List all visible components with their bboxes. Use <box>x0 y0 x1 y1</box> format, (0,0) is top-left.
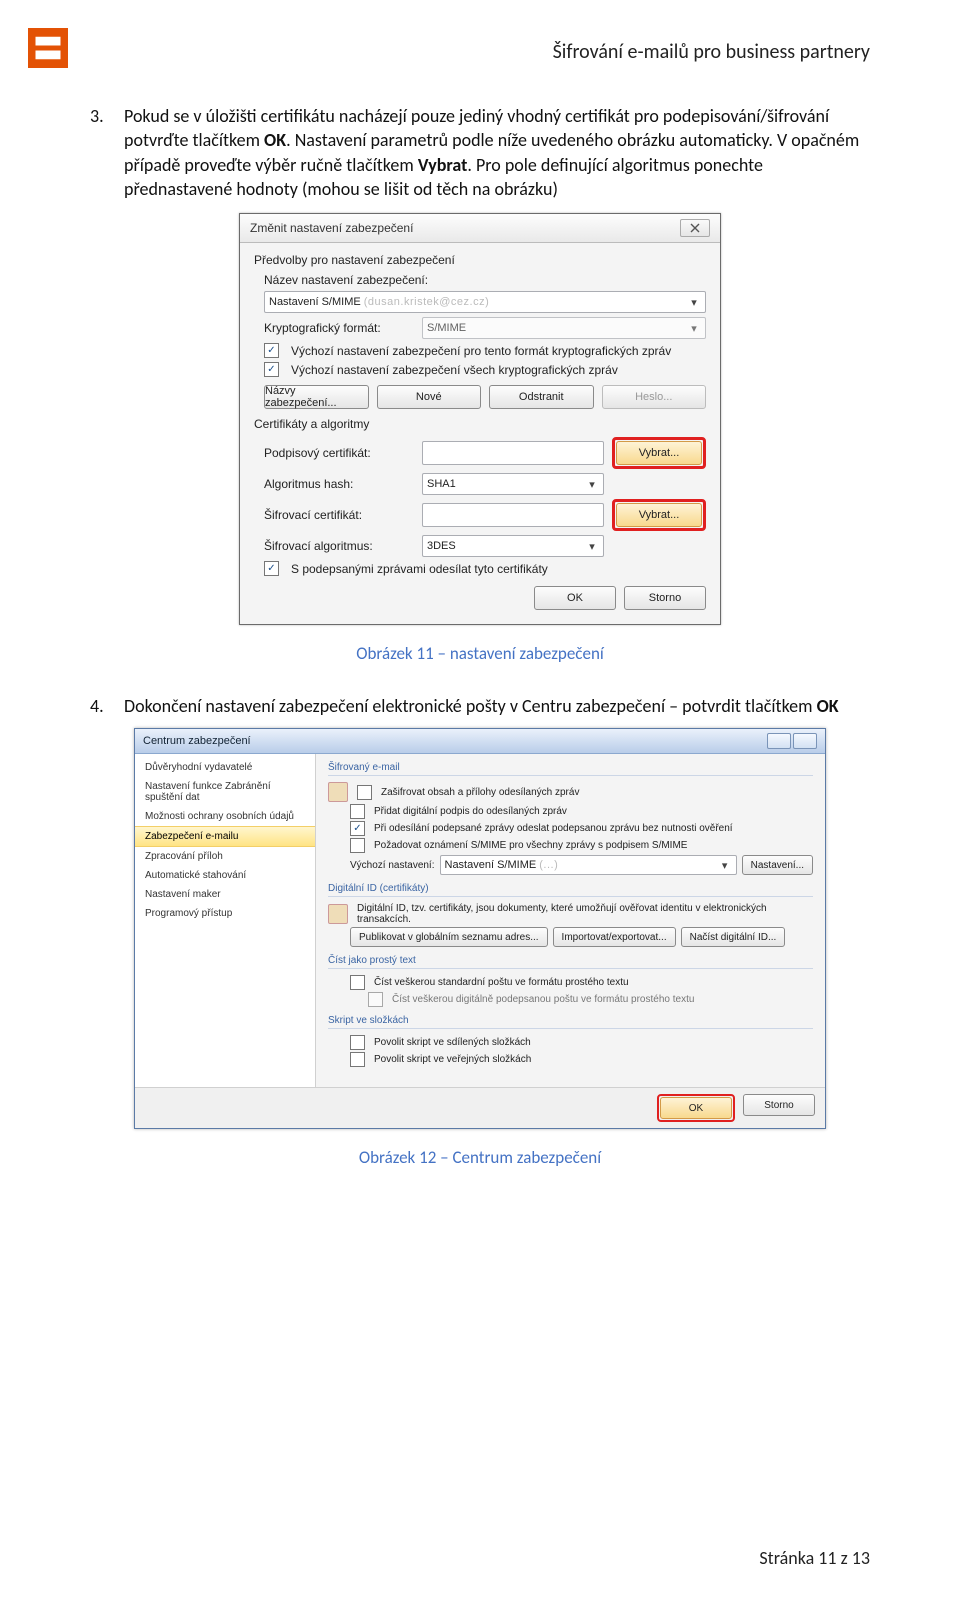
group-plain-text: Číst jako prostý text <box>328 955 813 969</box>
chk2-label: Výchozí nastavení zabezpečení všech kryp… <box>291 363 618 377</box>
step-4-text: Dokončení nastavení zabezpečení elektron… <box>124 695 817 717</box>
chevron-down-icon: ▾ <box>585 478 599 491</box>
read-plain-checkbox[interactable] <box>350 975 365 990</box>
group-encrypted-email: Šifrovaný e-mail <box>328 762 813 776</box>
lock-icon <box>328 782 348 802</box>
tc-cancel-button[interactable]: Storno <box>743 1094 815 1116</box>
clear-sign-label: Při odesílání podepsané zprávy odeslat p… <box>374 823 733 834</box>
sign-checkbox[interactable] <box>350 804 365 819</box>
help-icon[interactable] <box>767 733 791 749</box>
digital-id-desc: Digitální ID, tzv. certifikáty, jsou dok… <box>357 903 813 925</box>
page-header: Šifrování e-mailů pro business partnery <box>90 40 870 64</box>
publish-gal-button[interactable]: Publikovat v globálním seznamu adres... <box>350 927 548 947</box>
security-settings-dialog: Změnit nastavení zabezpečení Předvolby p… <box>239 213 721 625</box>
crypto-format-label: Kryptografický formát: <box>264 321 414 335</box>
trust-center-dialog: Centrum zabezpečení Důvěryhodní vydavate… <box>134 728 826 1129</box>
sidebar-item-publishers[interactable]: Důvěryhodní vydavatelé <box>135 758 315 777</box>
chk1-label: Výchozí nastavení zabezpečení pro tento … <box>291 344 671 358</box>
sidebar-item-email-security[interactable]: Zabezpečení e-mailu <box>135 826 315 847</box>
hash-label: Algoritmus hash: <box>264 477 414 491</box>
enc-alg-label: Šifrovací algoritmus: <box>264 539 414 553</box>
default-setting-value: Nastavení S/MIME <box>445 859 537 871</box>
sign-cert-field[interactable] <box>422 441 604 465</box>
delete-button[interactable]: Odstranit <box>489 385 594 409</box>
default-setting-label: Výchozí nastavení: <box>350 860 435 871</box>
step-number: 4. <box>90 694 110 718</box>
encrypt-label: Zašifrovat obsah a přílohy odesílaných z… <box>381 787 579 798</box>
import-export-button[interactable]: Importovat/exportovat... <box>553 927 676 947</box>
step-number: 3. <box>90 104 110 201</box>
chevron-down-icon: ▾ <box>718 859 732 872</box>
crypto-value: S/MIME <box>427 322 466 334</box>
sidebar-item-dep[interactable]: Nastavení funkce Zabránění spuštění dat <box>135 777 315 807</box>
default-all-checkbox[interactable] <box>264 362 279 377</box>
sidebar-item-attachments[interactable]: Zpracování příloh <box>135 847 315 866</box>
clear-sign-checkbox[interactable] <box>350 821 365 836</box>
ok-button[interactable]: OK <box>534 586 616 610</box>
hash-value: SHA1 <box>427 478 456 490</box>
step-4: 4. Dokončení nastavení zabezpečení elekt… <box>90 694 870 718</box>
enc-cert-field[interactable] <box>422 503 604 527</box>
enc-cert-label: Šifrovací certifikát: <box>264 508 414 522</box>
choose-enc-cert-button[interactable]: Vybrat... <box>616 503 702 527</box>
new-button[interactable]: Nové <box>377 385 482 409</box>
tc-title: Centrum zabezpečení <box>143 735 251 747</box>
shared-script-label: Povolit skript ve sdílených složkách <box>374 1037 531 1048</box>
cancel-button[interactable]: Storno <box>624 586 706 610</box>
security-names-button[interactable]: Názvy zabezpečení... <box>264 385 369 409</box>
chevron-down-icon: ▾ <box>687 322 701 335</box>
public-script-label: Povolit skript ve veřejných složkách <box>374 1054 531 1065</box>
sidebar-item-autodownload[interactable]: Automatické stahování <box>135 866 315 885</box>
figure-11-caption: Obrázek 11 – nastavení zabezpečení <box>90 643 870 664</box>
settings-button[interactable]: Nastavení... <box>742 855 813 875</box>
sign-label: Přidat digitální podpis do odesílaných z… <box>374 806 567 817</box>
tc-sidebar: Důvěryhodní vydavatelé Nastavení funkce … <box>135 754 316 1087</box>
choose-sign-cert-button[interactable]: Vybrat... <box>616 441 702 465</box>
chk3-label: S podepsanými zprávami odesílat tyto cer… <box>291 562 548 576</box>
preferences-legend: Předvolby pro nastavení zabezpečení <box>254 253 706 267</box>
read-plain-label: Číst veškerou standardní poštu ve formát… <box>374 977 629 988</box>
dialog-title: Změnit nastavení zabezpečení <box>250 221 413 235</box>
sidebar-item-programmatic[interactable]: Programový přístup <box>135 904 315 923</box>
company-logo <box>28 28 68 68</box>
enc-alg-value: 3DES <box>427 540 456 552</box>
figure-12-caption: Obrázek 12 – Centrum zabezpečení <box>90 1147 870 1168</box>
sidebar-item-macros[interactable]: Nastavení maker <box>135 885 315 904</box>
group-folder-script: Skript ve složkách <box>328 1015 813 1029</box>
send-certs-checkbox[interactable] <box>264 561 279 576</box>
chevron-down-icon: ▾ <box>585 540 599 553</box>
crypto-format-combo[interactable]: S/MIME ▾ <box>422 317 706 339</box>
certs-legend: Certifikáty a algoritmy <box>254 417 706 431</box>
tc-ok-button[interactable]: OK <box>660 1097 732 1119</box>
get-id-button[interactable]: Načíst digitální ID... <box>681 927 786 947</box>
public-script-checkbox[interactable] <box>350 1052 365 1067</box>
name-combo[interactable]: Nastavení S/MIME (dusan.kristek@cez.cz) … <box>264 291 706 313</box>
read-signed-plain-label: Číst veškerou digitálně podepsanou poštu… <box>392 994 694 1005</box>
chevron-down-icon: ▾ <box>687 296 701 309</box>
shared-script-checkbox[interactable] <box>350 1035 365 1050</box>
receipt-label: Požadovat oznámení S/MIME pro všechny zp… <box>374 840 687 851</box>
certificate-icon <box>328 904 348 924</box>
sign-cert-label: Podpisový certifikát: <box>264 446 414 460</box>
read-signed-plain-checkbox[interactable] <box>368 992 383 1007</box>
close-button[interactable] <box>680 219 710 237</box>
step-3-bold-ok: OK <box>264 129 286 151</box>
step-3: 3. Pokud se v úložišti certifikátu nachá… <box>90 104 870 201</box>
default-setting-combo[interactable]: Nastavení S/MIME (...) ▾ <box>440 855 737 875</box>
enc-alg-combo[interactable]: 3DES ▾ <box>422 535 604 557</box>
name-label: Název nastavení zabezpečení: <box>264 273 706 287</box>
page-number: Stránka 11 z 13 <box>759 1547 870 1569</box>
receipt-checkbox[interactable] <box>350 838 365 853</box>
sidebar-item-privacy[interactable]: Možnosti ochrany osobních údajů <box>135 807 315 826</box>
name-value: Nastavení S/MIME <box>269 296 361 308</box>
group-digital-id: Digitální ID (certifikáty) <box>328 883 813 897</box>
step-3-bold-vybrat: Vybrat <box>418 154 468 176</box>
hash-combo[interactable]: SHA1 ▾ <box>422 473 604 495</box>
encrypt-checkbox[interactable] <box>357 785 372 800</box>
close-icon[interactable] <box>793 733 817 749</box>
password-button[interactable]: Heslo... <box>602 385 707 409</box>
default-format-checkbox[interactable] <box>264 343 279 358</box>
step-4-bold-ok: OK <box>817 695 839 717</box>
